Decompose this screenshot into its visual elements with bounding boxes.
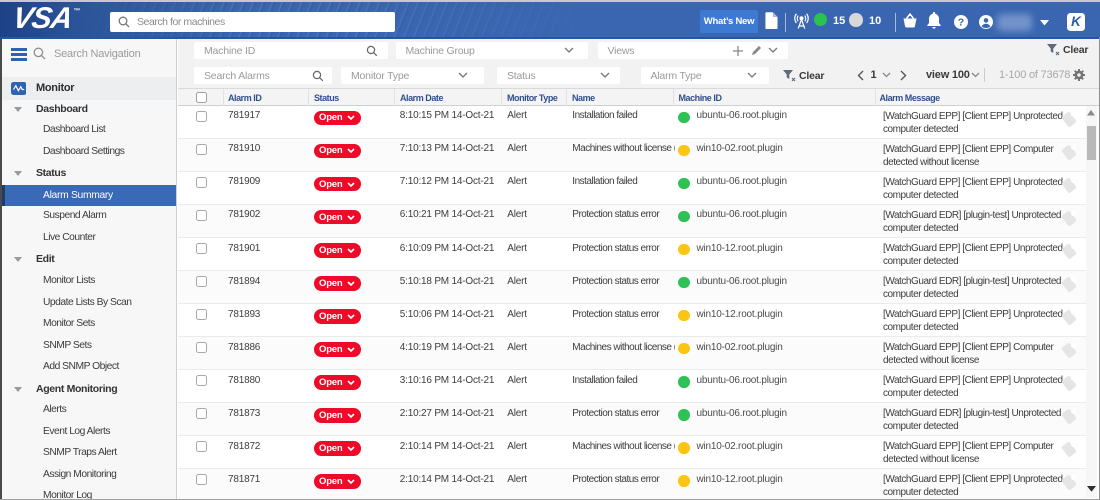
svg-text:?: ? <box>957 16 963 28</box>
